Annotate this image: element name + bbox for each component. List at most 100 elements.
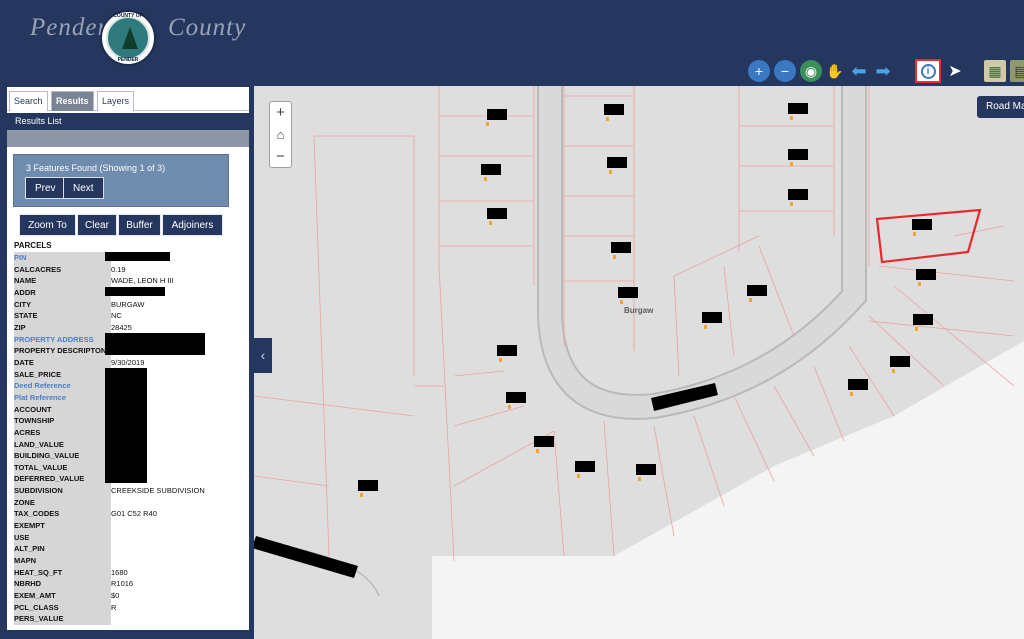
logo-text-left: Pender bbox=[30, 14, 109, 41]
attribute-row: USE bbox=[14, 531, 246, 544]
attribute-key[interactable]: Deed Reference bbox=[14, 380, 111, 392]
attribute-value: 28425 bbox=[111, 322, 132, 332]
attribute-value: BURGAW bbox=[111, 299, 145, 309]
attribute-row: PCL_CLASS R bbox=[14, 601, 246, 614]
attribute-value: 1680 bbox=[111, 567, 128, 577]
attribute-value: R bbox=[111, 602, 117, 612]
zoom-in-button[interactable]: + bbox=[270, 102, 291, 123]
attribute-row: ZIP 28425 bbox=[14, 321, 246, 334]
adjoiners-button[interactable]: Adjoiners bbox=[162, 214, 223, 236]
map-view[interactable]: Burgaw + ⌂ − Road Ma bbox=[254, 86, 1024, 639]
attribute-row: CALCACRES 0.19 bbox=[14, 263, 246, 276]
logo-text-right: County bbox=[168, 14, 247, 41]
attribute-value: NC bbox=[111, 311, 122, 321]
collapse-panel-button[interactable]: ‹ bbox=[254, 338, 272, 373]
select-pointer-icon[interactable]: ➤ bbox=[944, 60, 966, 82]
attribute-key: STATE bbox=[14, 310, 111, 322]
attribute-key: USE bbox=[14, 531, 111, 544]
attribute-row: DATE 9/30/2019 bbox=[14, 356, 246, 369]
print-icon[interactable]: ▤ bbox=[1010, 60, 1024, 82]
prev-button[interactable]: Prev bbox=[25, 177, 66, 199]
basemap-button[interactable]: Road Ma bbox=[977, 96, 1024, 118]
attribute-row: TAX_CODES G01 C52 R40 bbox=[14, 508, 246, 521]
attribute-key: ZONE bbox=[14, 496, 111, 509]
attribute-key: PERS_VALUE bbox=[14, 613, 111, 625]
zoom-in-icon[interactable]: + bbox=[748, 60, 770, 82]
app-window: Pender COUNTY OF PENDER County + − ◉ ✋ ⬅… bbox=[0, 0, 1024, 639]
attribute-key: PCL_CLASS bbox=[14, 601, 111, 614]
zoom-out-button[interactable]: − bbox=[270, 146, 291, 167]
buffer-button[interactable]: Buffer bbox=[118, 214, 161, 236]
features-found-box: 3 Features Found (Showing 1 of 3) Prev N… bbox=[13, 154, 229, 207]
attribute-key: ACCOUNT bbox=[14, 403, 111, 416]
attribute-key: HEAT_SQ_FT bbox=[14, 566, 111, 579]
attribute-row: ALT_PIN bbox=[14, 543, 246, 556]
attribute-key: SUBDIVISION bbox=[14, 485, 111, 497]
attribute-value: $0 bbox=[111, 591, 120, 601]
attribute-key: LAND_VALUE bbox=[14, 438, 111, 451]
tab-layers[interactable]: Layers bbox=[97, 91, 135, 111]
attribute-key: DATE bbox=[14, 356, 111, 369]
panel-tabs: Search Results Layers bbox=[7, 87, 249, 111]
identify-info-icon[interactable]: i bbox=[915, 59, 941, 83]
attribute-key: MAPN bbox=[14, 555, 111, 567]
attribute-key: CITY bbox=[14, 298, 111, 311]
attribute-row: CITY BURGAW bbox=[14, 298, 246, 311]
attribute-key[interactable]: Plat Reference bbox=[14, 391, 111, 404]
globe-icon[interactable]: ◉ bbox=[800, 60, 822, 82]
attribute-row: SUBDIVISION CREEKSIDE SUBDIVISION bbox=[14, 485, 246, 497]
attribute-row: NAME WADE, LEON H III bbox=[14, 275, 246, 287]
home-icon[interactable]: ⌂ bbox=[270, 124, 291, 145]
attribute-key[interactable]: PROPERTY ADDRESS bbox=[14, 333, 111, 346]
attribute-value: CREEKSIDE SUBDIVISION bbox=[111, 486, 205, 496]
clear-button[interactable]: Clear bbox=[77, 214, 117, 236]
attribute-key: NBRHD bbox=[14, 578, 111, 591]
attribute-value: G01 C52 R40 bbox=[111, 509, 157, 519]
attribute-key: NAME bbox=[14, 275, 111, 287]
attribute-value: R1016 bbox=[111, 579, 134, 589]
attribute-key: BUILDING_VALUE bbox=[14, 450, 111, 462]
features-found-text: 3 Features Found (Showing 1 of 3) bbox=[26, 163, 166, 173]
zoom-out-icon[interactable]: − bbox=[774, 60, 796, 82]
attribute-key[interactable]: PIN bbox=[14, 252, 111, 264]
attribute-key: CALCACRES bbox=[14, 263, 111, 276]
attribute-row: EXEMPT bbox=[14, 520, 246, 532]
town-label: Burgaw bbox=[624, 306, 654, 315]
tab-search[interactable]: Search bbox=[9, 91, 48, 111]
attribute-row: MAPN bbox=[14, 555, 246, 567]
attribute-row: PERS_VALUE bbox=[14, 613, 246, 625]
pan-hand-icon[interactable]: ✋ bbox=[824, 60, 846, 82]
attribute-key: EXEM_AMT bbox=[14, 590, 111, 602]
next-button[interactable]: Next bbox=[63, 177, 104, 199]
attribute-key: ADDR bbox=[14, 286, 111, 299]
map-icon[interactable]: ▦ bbox=[984, 60, 1006, 82]
attribute-key: ALT_PIN bbox=[14, 543, 111, 556]
redacted-address bbox=[105, 287, 165, 296]
zoom-to-button[interactable]: Zoom To bbox=[19, 214, 76, 236]
county-seal-logo: COUNTY OF PENDER bbox=[100, 10, 156, 66]
redacted-description bbox=[105, 333, 205, 355]
attribute-key: TOTAL_VALUE bbox=[14, 461, 111, 474]
attribute-key: PROPERTY DESCRIPTON bbox=[14, 345, 111, 357]
attribute-value: 9/30/2019 bbox=[111, 357, 145, 367]
attribute-key: ACRES bbox=[14, 426, 111, 439]
attribute-key: EXEMPT bbox=[14, 520, 111, 532]
attribute-key: DEFERRED_VALUE bbox=[14, 473, 111, 486]
attribute-row: EXEM_AMT $0 bbox=[14, 590, 246, 602]
attribute-key: TOWNSHIP bbox=[14, 415, 111, 427]
attribute-row: HEAT_SQ_FT 1680 bbox=[14, 566, 246, 579]
attribute-key: ZIP bbox=[14, 321, 111, 334]
attribute-value: WADE, LEON H III bbox=[111, 276, 174, 286]
attribute-key: TAX_CODES bbox=[14, 508, 111, 521]
attribute-row: ZONE bbox=[14, 496, 246, 509]
back-arrow-icon[interactable]: ⬅ bbox=[848, 60, 870, 82]
attribute-key: SALE_PRICE bbox=[14, 368, 111, 381]
forward-arrow-icon[interactable]: ➡ bbox=[872, 60, 894, 82]
results-list-header: Results List bbox=[7, 113, 249, 130]
attribute-row: STATE NC bbox=[14, 310, 246, 322]
parcels-title: PARCELS bbox=[14, 241, 52, 250]
zoom-control: + ⌂ − bbox=[269, 101, 292, 168]
attribute-value: 0.19 bbox=[111, 264, 126, 274]
tab-results[interactable]: Results bbox=[51, 91, 94, 111]
redacted-pin bbox=[105, 252, 170, 261]
